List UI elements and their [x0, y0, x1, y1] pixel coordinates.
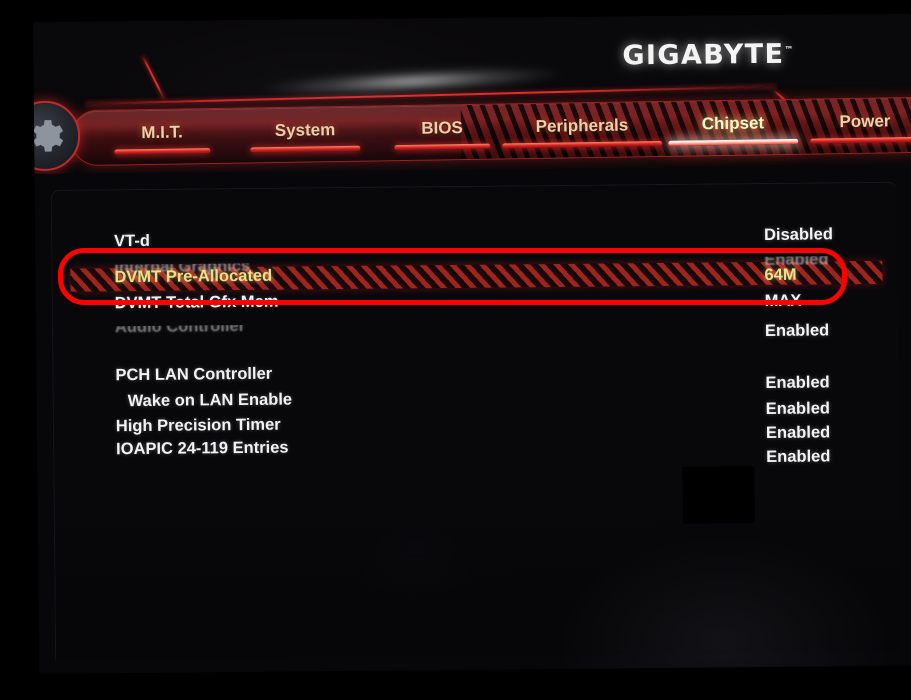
tab-peripherals[interactable]: Peripherals: [502, 115, 663, 149]
tab-underline: [668, 138, 799, 146]
tab-label: Chipset: [701, 113, 765, 134]
gigabyte-logo: GIGABYTE™: [622, 39, 793, 72]
accent-line: [141, 55, 166, 100]
tab-power[interactable]: Power: [810, 111, 911, 144]
tab-label: Power: [839, 111, 891, 132]
tab-chipset[interactable]: Chipset: [668, 113, 799, 146]
trademark-mark: ™: [784, 45, 794, 56]
tab-underline: [394, 143, 491, 151]
setting-value-high-precision-timer[interactable]: Enabled: [766, 423, 830, 443]
tab-system[interactable]: System: [250, 120, 361, 153]
setting-value-dvmt-pre-allocated[interactable]: 64M: [764, 266, 796, 285]
redaction-block: [682, 466, 755, 524]
bios-header: GIGABYTE™ M.I.T. System BIOS Peripherals…: [33, 13, 911, 174]
setting-value-wake-on-lan-enable[interactable]: Enabled: [766, 399, 830, 419]
nav-tabs: M.I.T. System BIOS Peripherals Chipset P…: [70, 97, 911, 166]
setting-value-dvmt-total-gfx-mem[interactable]: MAX: [765, 292, 802, 311]
settings-panel: VT-d Internal Graphics DVMT Pre-Allocate…: [50, 181, 902, 660]
tab-underline: [114, 148, 211, 155]
setting-value-pch-lan-controller[interactable]: Enabled: [765, 373, 829, 393]
bios-screen: GIGABYTE™ M.I.T. System BIOS Peripherals…: [33, 13, 911, 674]
tab-mit[interactable]: M.I.T.: [114, 122, 211, 155]
tab-underline: [502, 140, 663, 149]
tab-label: M.I.T.: [141, 122, 183, 143]
tab-label: System: [274, 120, 336, 141]
tab-bios[interactable]: BIOS: [394, 118, 491, 151]
settings-value-column: Disabled Enabled 64M MAX Enabled Enabled…: [52, 183, 901, 660]
setting-value-audio-controller[interactable]: Enabled: [765, 321, 829, 341]
logo-text: GIGABYTE: [622, 38, 785, 72]
tab-label: Peripherals: [535, 115, 629, 136]
tab-label: BIOS: [421, 118, 463, 138]
setting-value-ioapic-entries[interactable]: Enabled: [766, 447, 830, 467]
setting-value-vt-d[interactable]: Disabled: [764, 225, 833, 245]
tab-underline: [250, 145, 361, 153]
tab-underline: [810, 136, 911, 144]
photo-frame: GIGABYTE™ M.I.T. System BIOS Peripherals…: [0, 0, 911, 700]
